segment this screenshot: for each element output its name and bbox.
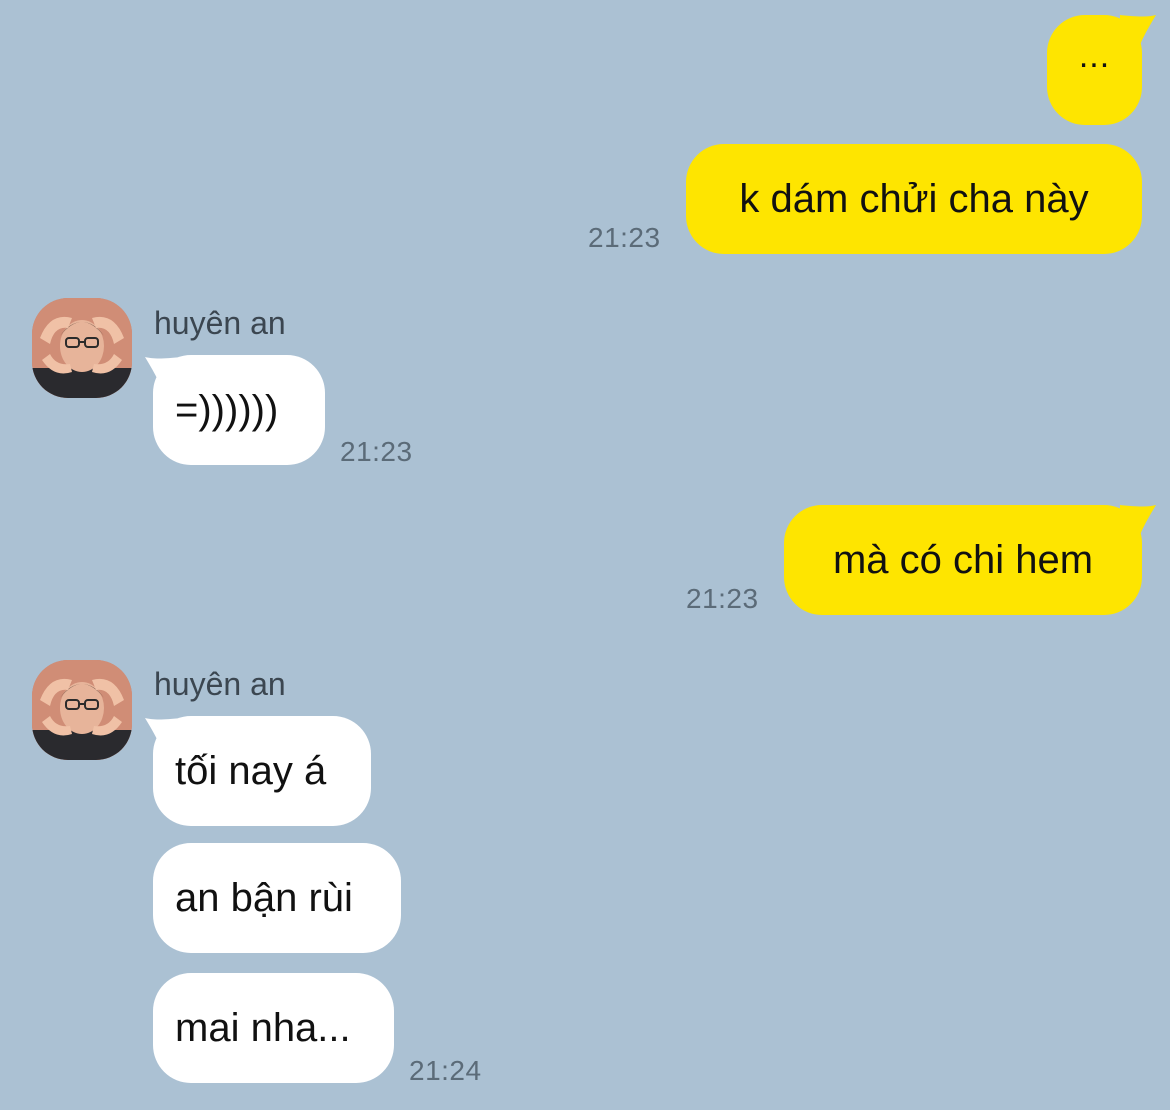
- message-timestamp: 21:23: [686, 583, 759, 614]
- message-text: an bận rùi: [175, 876, 353, 920]
- profile-photo-icon: [32, 660, 132, 760]
- incoming-message-bubble[interactable]: =)))))): [153, 355, 325, 465]
- message-text: tối nay á: [175, 749, 327, 793]
- avatar[interactable]: [32, 660, 132, 760]
- sender-name: huyên an: [154, 666, 286, 702]
- outgoing-message-bubble[interactable]: mà có chi hem: [784, 505, 1142, 615]
- message-text: mai nha...: [175, 1006, 351, 1050]
- message-timestamp: 21:24: [409, 1055, 482, 1086]
- message-text: =)))))): [175, 388, 279, 432]
- message-text: mà có chi hem: [832, 538, 1094, 582]
- bubble-tail-icon: [1120, 505, 1156, 535]
- profile-photo-icon: [32, 298, 132, 398]
- avatar[interactable]: [32, 298, 132, 398]
- incoming-message-bubble[interactable]: tối nay á: [153, 716, 371, 826]
- sender-name: huyên an: [154, 305, 286, 341]
- incoming-message-bubble[interactable]: mai nha...: [153, 973, 394, 1083]
- message-timestamp: 21:23: [588, 222, 661, 253]
- message-text: k dám chửi cha này: [739, 177, 1089, 221]
- incoming-message-bubble[interactable]: an bận rùi: [153, 843, 401, 953]
- bubble-tail-icon: [1120, 15, 1156, 45]
- message-text: ...: [1078, 37, 1111, 75]
- outgoing-message-bubble[interactable]: k dám chửi cha này: [686, 144, 1142, 254]
- message-timestamp: 21:23: [340, 436, 413, 467]
